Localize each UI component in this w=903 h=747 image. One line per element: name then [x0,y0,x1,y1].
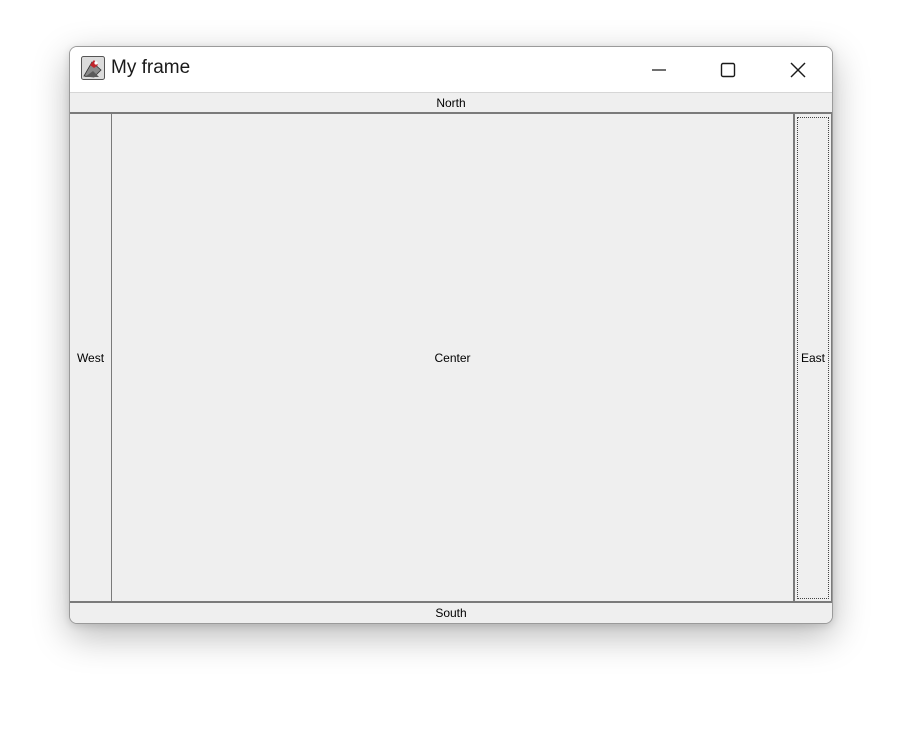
south-button-label: South [435,606,467,620]
minimize-button[interactable] [636,47,682,92]
center-button[interactable]: Center [111,113,794,602]
close-icon [790,62,806,77]
title-bar[interactable]: My frame [70,47,832,92]
north-button-label: North [436,95,466,110]
java-app-icon [81,56,105,80]
east-button-label: East [800,350,825,365]
west-button[interactable]: West [70,113,112,602]
north-button[interactable]: North [70,92,832,113]
center-button-label: Center [434,350,471,365]
minimize-icon [652,68,666,71]
maximize-button[interactable] [705,47,751,92]
window-title: My frame [111,57,191,78]
south-button[interactable]: South [70,602,832,623]
west-button-label: West [76,350,105,365]
maximize-icon [720,62,736,77]
east-button[interactable]: East [794,113,832,602]
app-window: My frame North West Center East South [69,46,833,624]
close-button[interactable] [775,47,821,92]
